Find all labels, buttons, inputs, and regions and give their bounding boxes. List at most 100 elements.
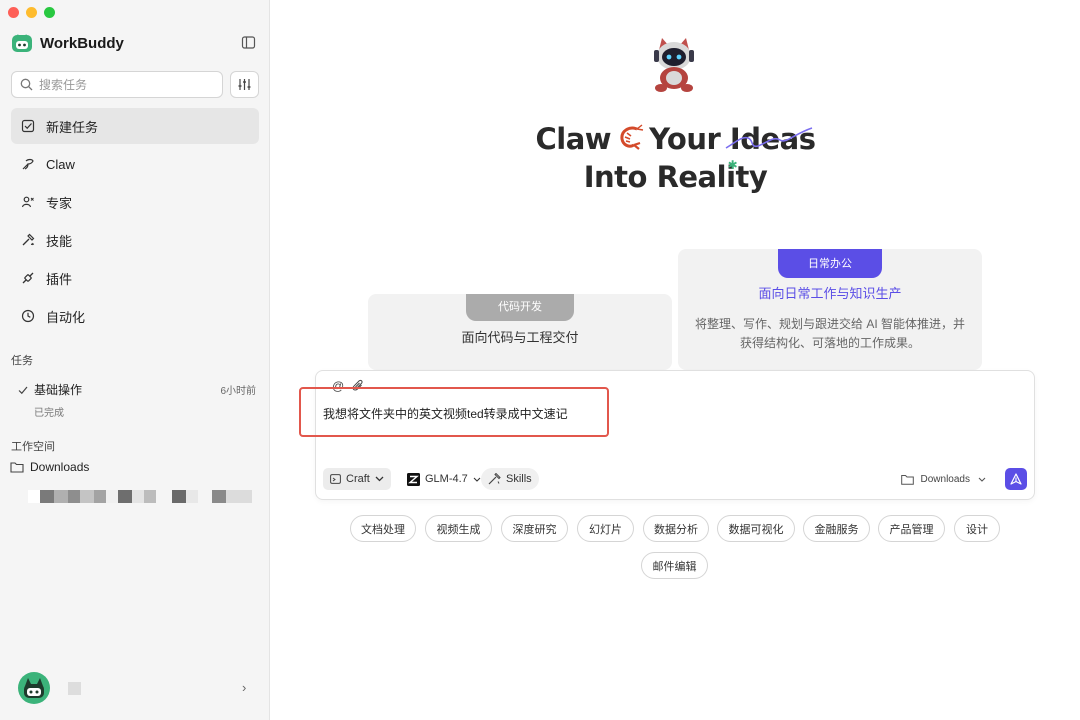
composer-toolbar: Craft GLM-4.7 Skills Downloads [323, 468, 1027, 490]
hero-word: Claw [535, 122, 612, 156]
check-icon [18, 386, 28, 394]
workspace-folder-select[interactable]: Downloads [894, 468, 993, 490]
folder-label: Downloads [920, 473, 970, 485]
nav-item-claw[interactable]: Claw [11, 146, 259, 182]
app-name: WorkBuddy [40, 34, 124, 52]
scribble-decoration-icon [725, 127, 813, 149]
nav-item-plugins[interactable]: 插件 [11, 260, 259, 296]
suggestion-chip[interactable]: 视频生成 [425, 515, 492, 542]
filter-button[interactable] [230, 71, 259, 98]
nav-item-skills[interactable]: 技能 [11, 222, 259, 258]
model-label: GLM-4.7 [425, 473, 468, 485]
hero-line-2: Into ✱ Reality [271, 158, 1080, 196]
plugin-icon [22, 272, 34, 284]
zoom-window-button[interactable] [44, 7, 55, 18]
card-badge: 日常办公 [778, 249, 882, 278]
suggestion-chip[interactable]: 数据可视化 [717, 515, 795, 542]
filter-sliders-icon [238, 79, 251, 90]
sidebar-toggle-icon[interactable] [241, 35, 256, 50]
close-window-button[interactable] [8, 7, 19, 18]
send-button[interactable] [1005, 468, 1027, 490]
suggestion-chip[interactable]: 文档处理 [350, 515, 416, 542]
mode-card-office[interactable]: 日常办公 面向日常工作与知识生产 将整理、写作、规划与跟进交给 AI 智能体推进… [678, 249, 982, 370]
sidebar-nav: 新建任务 Claw 专家 技能 插件 自动化 [11, 108, 259, 336]
redacted-content [28, 490, 252, 503]
search-icon [20, 78, 33, 91]
robot-cat-mascot-icon [654, 38, 694, 92]
mode-card-coding[interactable]: 代码开发 面向代码与工程交付 [368, 294, 672, 370]
new-task-icon [21, 119, 35, 133]
nav-label: 技能 [46, 233, 73, 249]
window-controls [8, 7, 55, 18]
user-profile[interactable] [18, 672, 81, 704]
task-item[interactable]: 基础操作 6小时前 已完成 [18, 381, 256, 419]
shrimp-icon [620, 124, 644, 150]
mode-select-button[interactable]: Craft [323, 468, 391, 490]
nav-item-experts[interactable]: 专家 [11, 184, 259, 220]
claw-icon [22, 158, 34, 170]
hero-word: Your [649, 122, 721, 156]
composer-tools: @ [332, 379, 364, 393]
model-select-button[interactable]: GLM-4.7 [400, 468, 488, 490]
card-title: 面向代码与工程交付 [461, 330, 579, 345]
skills-label: Skills [506, 473, 532, 485]
clock-icon [21, 309, 35, 323]
hero-word: Reality [656, 160, 768, 194]
suggestion-chip[interactable]: 设计 [954, 515, 1000, 542]
zhipu-logo-icon [407, 472, 420, 486]
main-content: Claw Your Ideas Into ✱ Reality 代码开发 面向代码… [271, 0, 1080, 720]
nav-label: 专家 [46, 195, 73, 211]
suggestion-chip[interactable]: 邮件编辑 [641, 552, 708, 579]
task-name: 基础操作 [34, 383, 83, 397]
search-input[interactable] [39, 77, 209, 92]
hero-ideas: Ideas [725, 120, 816, 158]
skills-icon [22, 233, 35, 246]
tasks-section-title: 任务 [11, 355, 33, 367]
sparkle-icon: ✱ [727, 158, 738, 172]
chevron-down-icon [375, 476, 384, 482]
nav-label: 新建任务 [46, 119, 99, 135]
mention-icon[interactable]: @ [332, 379, 344, 393]
card-badge: 代码开发 [466, 294, 574, 321]
folder-icon [10, 462, 24, 473]
brand: WorkBuddy [11, 32, 124, 54]
suggestion-chip[interactable]: 深度研究 [501, 515, 568, 542]
attachment-icon[interactable] [352, 379, 364, 392]
workspace-folder-name: Downloads [30, 460, 90, 474]
prompt-input[interactable]: 我想将文件夹中的英文视频ted转录成中文速记 [323, 405, 568, 422]
nav-label: Claw [46, 156, 75, 172]
task-status: 已完成 [34, 408, 64, 419]
search-box[interactable] [11, 71, 223, 98]
send-icon [1010, 473, 1022, 485]
prompt-composer: @ 我想将文件夹中的英文视频ted转录成中文速记 Craft GLM-4.7 S… [315, 370, 1035, 500]
suggestion-chip[interactable]: 幻灯片 [577, 515, 634, 542]
nav-item-automation[interactable]: 自动化 [11, 298, 259, 334]
chevron-down-icon [473, 477, 481, 482]
nav-label: 插件 [46, 271, 73, 287]
craft-mode-icon [330, 474, 341, 484]
skills-button[interactable]: Skills [481, 468, 539, 490]
minimize-window-button[interactable] [26, 7, 37, 18]
experts-icon [21, 196, 34, 208]
suggestion-chip[interactable]: 数据分析 [643, 515, 709, 542]
user-name-redacted [68, 681, 81, 695]
folder-icon [900, 474, 914, 485]
card-description-line: 获得结构化、可落地的工作成果。 [739, 336, 920, 350]
magic-wand-icon [488, 473, 501, 485]
workspace-folder-item[interactable]: Downloads [10, 460, 89, 474]
suggestion-chip[interactable]: 产品管理 [878, 515, 945, 542]
hero-word: Into [583, 160, 648, 194]
hero-title: Claw Your Ideas Into ✱ Reality [271, 120, 1080, 196]
hero-line-1: Claw Your Ideas [271, 120, 1080, 158]
nav-label: 自动化 [46, 309, 86, 325]
avatar [18, 672, 50, 704]
card-description-line: 将整理、写作、规划与跟进交给 AI 智能体推进，并 [694, 317, 965, 331]
chevron-right-icon[interactable]: › [242, 680, 246, 695]
card-title: 面向日常工作与知识生产 [758, 286, 902, 301]
card-description: 将整理、写作、规划与跟进交给 AI 智能体推进，并 获得结构化、可落地的工作成果… [692, 315, 968, 353]
sidebar: WorkBuddy 新建任务 [0, 0, 270, 720]
suggestion-chip[interactable]: 金融服务 [803, 515, 870, 542]
mode-label: Craft [346, 473, 370, 485]
chevron-down-icon [978, 477, 986, 482]
nav-item-new-task[interactable]: 新建任务 [11, 108, 259, 144]
